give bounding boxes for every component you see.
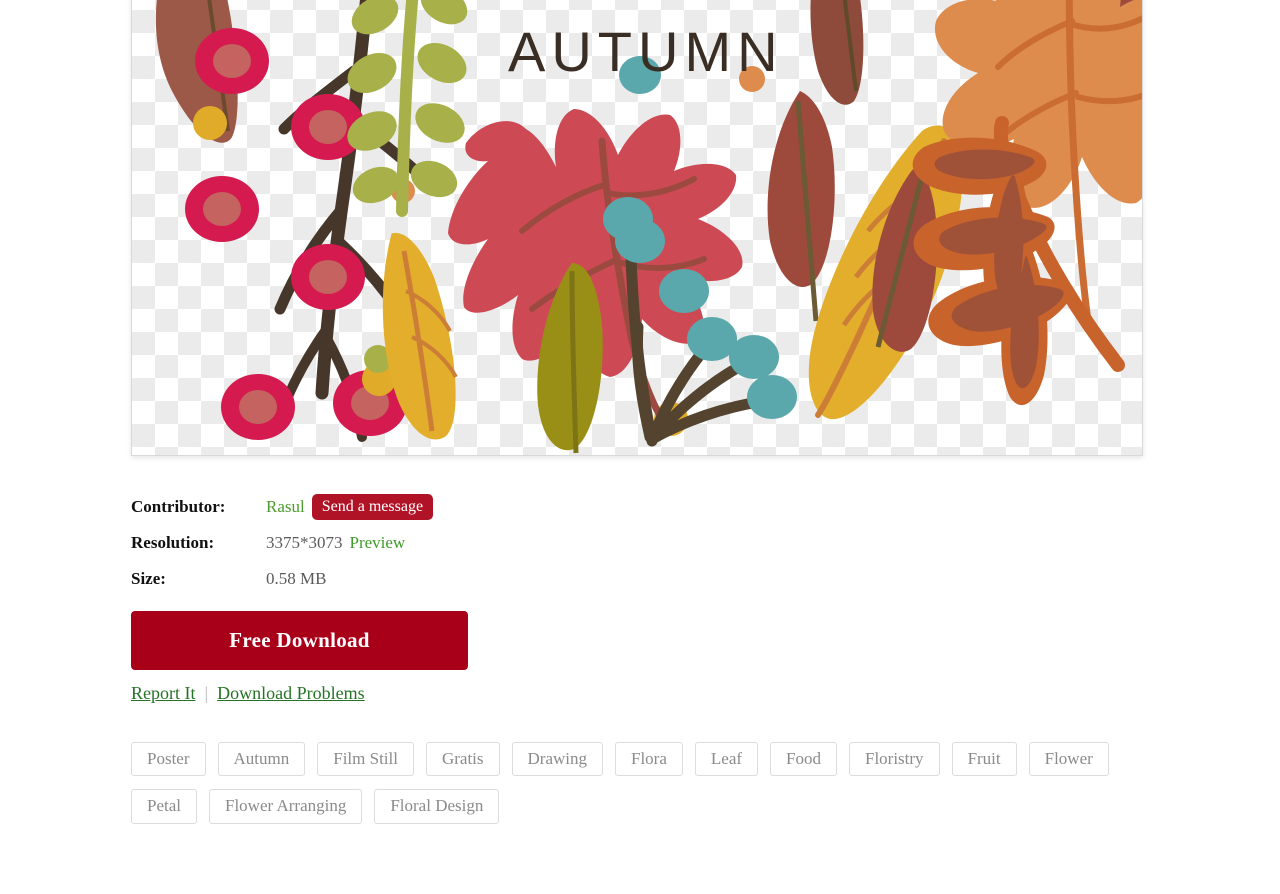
tag-item[interactable]: Petal [131, 789, 197, 824]
meta-row-size: Size: 0.58 MB [131, 561, 831, 597]
tag-item[interactable]: Flower Arranging [209, 789, 363, 824]
resolution-text: 3375*3073 [266, 533, 343, 552]
image-preview-clip: AUTUMN [132, 0, 1142, 455]
tag-item[interactable]: Poster [131, 742, 206, 777]
contributor-name-link[interactable]: Rasul [266, 497, 305, 517]
report-it-link[interactable]: Report It [131, 683, 196, 704]
secondary-links: Report It | Download Problems [131, 683, 365, 704]
tag-list: Poster Autumn Film Still Gratis Drawing Flora… [131, 742, 1151, 824]
image-preview-panel[interactable]: AUTUMN [131, 0, 1143, 456]
tag-item[interactable]: Drawing [511, 742, 603, 777]
tag-item[interactable]: Fruit [951, 742, 1017, 777]
tag-item[interactable]: Food [770, 742, 837, 777]
leaf-brown-topright [810, 0, 864, 105]
image-metadata: Contributor: Rasul Send a message Resolu… [131, 489, 831, 597]
size-value: 0.58 MB [266, 569, 327, 588]
link-separator: | [204, 683, 209, 703]
tag-item[interactable]: Floristry [849, 742, 940, 777]
meta-row-resolution: Resolution: 3375*3073 Preview [131, 525, 831, 561]
leaf-darkred-slim [767, 91, 835, 322]
dot-gold-1 [193, 106, 227, 140]
free-download-button[interactable]: Free Download [131, 611, 468, 670]
resolution-value: 3375*3073 Preview [266, 533, 405, 553]
contributor-value: Rasul Send a message [266, 493, 434, 521]
tag-item[interactable]: Gratis [425, 742, 500, 777]
berry-teal-top [619, 56, 661, 94]
contributor-label: Contributor: [131, 497, 226, 516]
tag-item[interactable]: Flora [615, 742, 683, 777]
tag-item[interactable]: Film Still [317, 742, 414, 777]
tag-item[interactable]: Flower [1028, 742, 1109, 777]
size-label: Size: [131, 569, 166, 588]
tag-item[interactable]: Autumn [217, 742, 306, 777]
dot-orange-2 [739, 66, 765, 92]
tag-item[interactable]: Leaf [694, 742, 759, 777]
download-problems-link[interactable]: Download Problems [217, 683, 365, 704]
meta-row-contributor: Contributor: Rasul Send a message [131, 489, 831, 525]
resolution-label: Resolution: [131, 533, 215, 552]
preview-link[interactable]: Preview [350, 533, 406, 553]
tag-item[interactable]: Floral Design [374, 789, 500, 824]
autumn-illustration [155, 0, 1142, 454]
send-message-button[interactable]: Send a message [311, 493, 434, 521]
